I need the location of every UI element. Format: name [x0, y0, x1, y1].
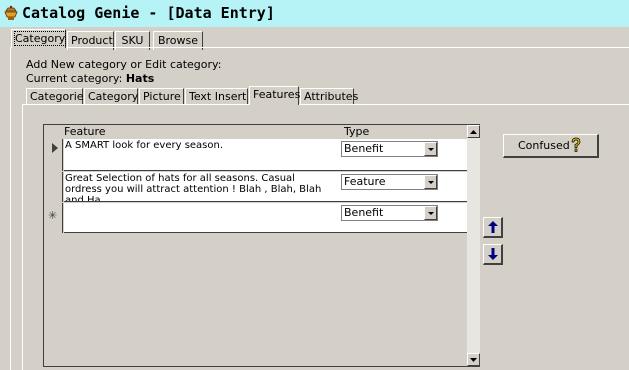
- tab-category[interactable]: Category: [11, 29, 67, 48]
- arrow-down-icon: [488, 248, 498, 260]
- genie-lamp-icon: [4, 5, 18, 20]
- scroll-down-button[interactable]: [467, 353, 480, 366]
- scroll-up-arrow-icon: [470, 130, 477, 134]
- tab-label: Category: [13, 31, 67, 46]
- type-cell: Feature: [326, 172, 467, 202]
- subtab-text-insert[interactable]: Text Insert: [185, 88, 248, 105]
- feature-cell[interactable]: Great Selection of hats for all seasons.…: [64, 172, 326, 202]
- feature-cell-new[interactable]: [64, 203, 326, 233]
- move-up-button[interactable]: [483, 217, 503, 238]
- subtab-features[interactable]: Features: [249, 86, 300, 105]
- arrow-up-icon: [488, 221, 498, 233]
- subtab-attributes[interactable]: Attributes: [300, 88, 358, 105]
- dropdown-arrow-icon[interactable]: [424, 142, 437, 156]
- confused-label: Confused: [518, 139, 570, 152]
- column-header-type[interactable]: Type: [344, 125, 466, 139]
- grid-body: Feature Type A SMART look for every seas…: [44, 125, 467, 366]
- type-value: Feature: [344, 175, 386, 188]
- row-selector[interactable]: [44, 139, 63, 171]
- type-combo[interactable]: Benefit: [341, 205, 438, 221]
- row-selector[interactable]: [44, 172, 63, 202]
- window-title: Catalog Genie - [Data Entry]: [22, 4, 275, 22]
- new-row-icon: ✳: [48, 209, 58, 222]
- type-value: Benefit: [344, 142, 384, 155]
- subtab-categories[interactable]: Categories: [26, 88, 89, 105]
- title-bar: Catalog Genie - [Data Entry]: [0, 0, 629, 27]
- edit-category-label: Add New category or Edit category:: [26, 58, 222, 71]
- grid-scrollbar[interactable]: [467, 125, 480, 366]
- row-selector[interactable]: ✳: [44, 203, 63, 233]
- type-combo[interactable]: Benefit: [341, 141, 438, 157]
- dropdown-arrow-icon[interactable]: [424, 206, 437, 220]
- current-row-icon: [52, 143, 58, 153]
- subtab-picture[interactable]: Picture: [139, 88, 184, 105]
- scroll-up-button[interactable]: [467, 125, 480, 138]
- subtab-category[interactable]: Category: [84, 88, 138, 105]
- feature-cell[interactable]: A SMART look for every season.: [64, 139, 326, 171]
- current-category-value: Hats: [125, 72, 155, 85]
- current-category-line: Current category: Hats: [26, 72, 154, 85]
- confused-button[interactable]: Confused: [503, 134, 599, 158]
- question-mark-icon: [571, 137, 581, 152]
- column-header-feature[interactable]: Feature: [64, 125, 344, 139]
- features-grid[interactable]: Feature Type A SMART look for every seas…: [43, 124, 480, 367]
- type-cell: Benefit: [326, 203, 467, 233]
- type-combo[interactable]: Feature: [341, 174, 438, 190]
- dropdown-arrow-icon[interactable]: [424, 175, 437, 189]
- type-cell: Benefit: [326, 139, 467, 171]
- scroll-down-arrow-icon: [470, 358, 477, 362]
- type-value: Benefit: [344, 206, 384, 219]
- move-down-button[interactable]: [483, 244, 503, 265]
- current-category-label: Current category:: [26, 72, 123, 85]
